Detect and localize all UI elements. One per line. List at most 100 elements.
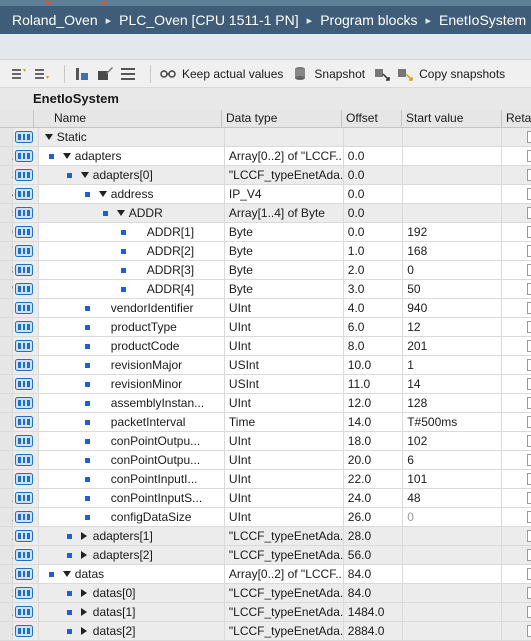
table-row[interactable]: 26 datas[1] "LCCF_typeEnetAda...1484.0: [0, 603, 531, 622]
retain-checkbox[interactable]: [527, 625, 531, 637]
retain-checkbox[interactable]: [527, 302, 531, 314]
data-type-cell[interactable]: UInt: [225, 432, 344, 450]
start-value-cell[interactable]: 6: [403, 451, 503, 469]
retain-checkbox[interactable]: [527, 340, 531, 352]
expand-arrow-icon[interactable]: [80, 551, 87, 559]
breadcrumb-device[interactable]: PLC_Oven [CPU 1511-1 PN]: [119, 12, 299, 28]
data-type-cell[interactable]: [225, 128, 344, 146]
table-row[interactable]: 27 datas[2] "LCCF_typeEnetAda...2884.0: [0, 622, 531, 641]
name-cell[interactable]: ADDR[1]: [38, 223, 225, 241]
start-value-cell[interactable]: [403, 166, 503, 184]
collapse-arrow-icon[interactable]: [62, 153, 71, 159]
start-value-cell[interactable]: 101: [403, 470, 503, 488]
expand-arrow-icon[interactable]: [80, 627, 87, 635]
retain-checkbox[interactable]: [527, 492, 531, 504]
retain-checkbox[interactable]: [527, 416, 531, 428]
table-row[interactable]: 1 Static: [0, 128, 531, 147]
name-cell[interactable]: conPointInputI...: [38, 470, 225, 488]
data-type-cell[interactable]: "LCCF_typeEnetAda...: [225, 584, 344, 602]
retain-checkbox[interactable]: [527, 511, 531, 523]
retain-checkbox[interactable]: [527, 473, 531, 485]
data-type-cell[interactable]: "LCCF_typeEnetAda...: [225, 527, 344, 545]
retain-checkbox[interactable]: [527, 131, 531, 143]
name-cell[interactable]: adapters[0]: [38, 166, 225, 184]
copy-snapshot-to-start-icon[interactable]: [373, 65, 391, 83]
name-cell[interactable]: conPointOutpu...: [38, 451, 225, 469]
retain-checkbox[interactable]: [527, 283, 531, 295]
name-cell[interactable]: adapters: [38, 147, 225, 165]
start-value-cell[interactable]: 168: [403, 242, 503, 260]
start-value-cell[interactable]: 48: [403, 489, 503, 507]
start-value-cell[interactable]: [403, 603, 503, 621]
retain-checkbox[interactable]: [527, 378, 531, 390]
table-row[interactable]: 18 conPointOutpu... UInt20.06: [0, 451, 531, 470]
data-type-cell[interactable]: UInt: [225, 337, 344, 355]
name-cell[interactable]: adapters[1]: [38, 527, 225, 545]
breadcrumb-block[interactable]: EnetIoSystem: [439, 12, 526, 28]
data-type-cell[interactable]: UInt: [225, 489, 344, 507]
column-header-offset[interactable]: Offset: [342, 110, 402, 127]
retain-checkbox[interactable]: [527, 207, 531, 219]
edit-values-icon[interactable]: [96, 65, 114, 83]
column-header-start-value[interactable]: Start value: [402, 110, 502, 127]
table-row[interactable]: 4 address IP_V40.0: [0, 185, 531, 204]
name-cell[interactable]: ADDR[4]: [38, 280, 225, 298]
retain-checkbox[interactable]: [527, 169, 531, 181]
copy-snapshots-button[interactable]: Copy snapshots: [419, 67, 505, 81]
name-cell[interactable]: datas[1]: [38, 603, 225, 621]
data-type-cell[interactable]: UInt: [225, 318, 344, 336]
retain-checkbox[interactable]: [527, 568, 531, 580]
expand-arrow-icon[interactable]: [80, 589, 87, 597]
name-cell[interactable]: ADDR[3]: [38, 261, 225, 279]
table-row[interactable]: 6 ADDR[1] Byte0.0192: [0, 223, 531, 242]
breadcrumb-project[interactable]: Roland_Oven: [12, 12, 98, 28]
name-cell[interactable]: datas[2]: [38, 622, 225, 640]
data-type-cell[interactable]: Byte: [225, 242, 344, 260]
collapse-arrow-icon[interactable]: [80, 172, 89, 178]
data-type-cell[interactable]: Array[0..2] of "LCCF...: [225, 565, 344, 583]
start-value-cell[interactable]: 0: [403, 261, 503, 279]
retain-checkbox[interactable]: [527, 150, 531, 162]
start-value-cell[interactable]: 0: [403, 508, 503, 526]
name-cell[interactable]: assemblyInstan...: [38, 394, 225, 412]
name-cell[interactable]: configDataSize: [38, 508, 225, 526]
start-value-cell[interactable]: 1: [403, 356, 503, 374]
table-row[interactable]: 23 adapters[2] "LCCF_typeEnetAda...56.0: [0, 546, 531, 565]
data-type-cell[interactable]: "LCCF_typeEnetAda...: [225, 603, 344, 621]
retain-checkbox[interactable]: [527, 264, 531, 276]
column-header-data-type[interactable]: Data type: [222, 110, 342, 127]
table-row[interactable]: 3 adapters[0] "LCCF_typeEnetAda...0.0: [0, 166, 531, 185]
name-cell[interactable]: conPointInputS...: [38, 489, 225, 507]
collapse-arrow-icon[interactable]: [44, 134, 53, 140]
retain-checkbox[interactable]: [527, 359, 531, 371]
start-value-cell[interactable]: [403, 546, 503, 564]
table-row[interactable]: 20 conPointInputS... UInt24.048: [0, 489, 531, 508]
snapshot-icon[interactable]: [291, 65, 309, 83]
glasses-icon[interactable]: [159, 65, 177, 83]
table-row[interactable]: 16 packetInterval Time14.0T#500ms: [0, 413, 531, 432]
data-type-cell[interactable]: UInt: [225, 508, 344, 526]
table-row[interactable]: 9 ADDR[4] Byte3.050: [0, 280, 531, 299]
start-value-cell[interactable]: 201: [403, 337, 503, 355]
insert-row-icon[interactable]: [10, 65, 28, 83]
collapse-arrow-icon[interactable]: [62, 571, 71, 577]
table-row[interactable]: 2 adapters Array[0..2] of "LCCF...0.0: [0, 147, 531, 166]
name-cell[interactable]: datas[0]: [38, 584, 225, 602]
name-cell[interactable]: adapters[2]: [38, 546, 225, 564]
data-type-cell[interactable]: Byte: [225, 261, 344, 279]
expand-arrow-icon[interactable]: [80, 532, 87, 540]
retain-checkbox[interactable]: [527, 188, 531, 200]
data-type-cell[interactable]: Array[0..2] of "LCCF...: [225, 147, 344, 165]
copy-snapshots-icon[interactable]: [396, 65, 414, 83]
start-value-cell[interactable]: [403, 565, 503, 583]
retain-checkbox[interactable]: [527, 245, 531, 257]
start-value-cell[interactable]: [403, 584, 503, 602]
start-value-cell[interactable]: 50: [403, 280, 503, 298]
start-value-cell[interactable]: [403, 147, 503, 165]
column-header-retain[interactable]: Retain: [502, 110, 531, 127]
retain-checkbox[interactable]: [527, 549, 531, 561]
table-row[interactable]: 25 datas[0] "LCCF_typeEnetAda...84.0: [0, 584, 531, 603]
column-header-name[interactable]: Name: [34, 110, 222, 127]
name-cell[interactable]: conPointOutpu...: [38, 432, 225, 450]
table-row[interactable]: 7 ADDR[2] Byte1.0168: [0, 242, 531, 261]
